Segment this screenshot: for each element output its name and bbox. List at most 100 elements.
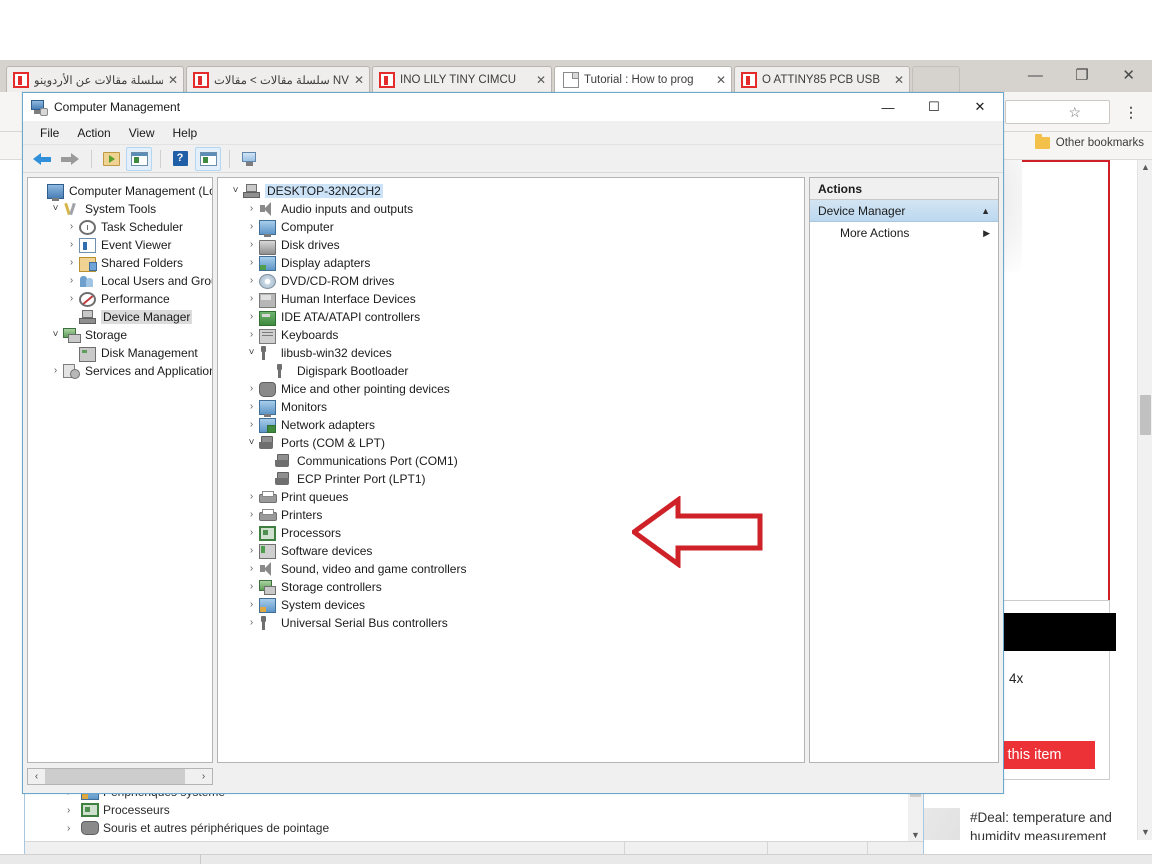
menu-item-help[interactable]: Help bbox=[164, 124, 207, 142]
show-hide-tree-button[interactable] bbox=[126, 146, 152, 171]
tree-item[interactable]: › Mice and other pointing devices bbox=[218, 380, 804, 398]
close-icon[interactable]: ✕ bbox=[715, 73, 727, 87]
chevron-right-icon[interactable]: › bbox=[244, 524, 259, 542]
tree-item[interactable]: › Event Viewer bbox=[28, 236, 212, 254]
list-item[interactable]: › Souris et autres périphériques de poin… bbox=[25, 819, 923, 837]
chevron-right-icon[interactable]: › bbox=[244, 290, 259, 308]
help-button[interactable]: ? bbox=[167, 147, 193, 171]
browser-minimize-button[interactable]: — bbox=[1015, 60, 1055, 92]
maximize-button[interactable]: ☐ bbox=[911, 93, 957, 121]
tree-item[interactable]: › Performance bbox=[28, 290, 212, 308]
tree-item[interactable]: Disk Management bbox=[28, 344, 212, 362]
browser-tab-0[interactable]: سلسلة مقالات عن الأردوينو ✕ bbox=[6, 66, 184, 92]
chevron-right-icon[interactable]: › bbox=[67, 823, 81, 834]
tree-item[interactable]: › DVD/CD-ROM drives bbox=[218, 272, 804, 290]
menu-item-file[interactable]: File bbox=[31, 124, 68, 142]
chevron-right-icon[interactable]: › bbox=[67, 805, 81, 816]
tree-item[interactable]: › Shared Folders bbox=[28, 254, 212, 272]
chevron-right-icon[interactable]: ▶ bbox=[983, 228, 990, 239]
chevron-right-icon[interactable]: › bbox=[244, 596, 259, 614]
tree-item[interactable]: Digispark Bootloader bbox=[218, 362, 804, 380]
menu-item-view[interactable]: View bbox=[120, 124, 164, 142]
browser-tab-4[interactable]: O ATTINY85 PCB USB ✕ bbox=[734, 66, 910, 92]
back-button[interactable] bbox=[29, 147, 55, 171]
browser-tab-3[interactable]: Tutorial : How to prog ✕ bbox=[554, 66, 732, 92]
tree-item[interactable]: ˅ libusb-win32 devices bbox=[218, 344, 804, 362]
actions-item-more-actions[interactable]: More Actions ▶ bbox=[810, 222, 998, 244]
chevron-right-icon[interactable]: › bbox=[64, 236, 79, 254]
chevron-right-icon[interactable]: › bbox=[244, 272, 259, 290]
chevron-right-icon[interactable]: › bbox=[244, 380, 259, 398]
tree-item[interactable]: Computer Management (Local bbox=[28, 182, 212, 201]
browser-tab-2[interactable]: INO LILY TINY CIMCU ✕ bbox=[372, 66, 552, 92]
ad-panel-dht22[interactable]: #Deal: temperature and humidity measurem… bbox=[757, 800, 1130, 840]
close-icon[interactable]: ✕ bbox=[353, 73, 365, 87]
tree-item[interactable]: › Sound, video and game controllers bbox=[218, 560, 804, 578]
chevron-up-icon[interactable]: ▲ bbox=[981, 206, 990, 216]
chevron-down-icon[interactable]: ˅ bbox=[228, 182, 243, 200]
chevron-right-icon[interactable]: › bbox=[64, 290, 79, 308]
chevron-right-icon[interactable]: › bbox=[48, 362, 63, 380]
chevron-right-icon[interactable]: › bbox=[244, 236, 259, 254]
tree-item[interactable]: › Print queues bbox=[218, 488, 804, 506]
list-item[interactable]: › Processeurs bbox=[25, 801, 923, 819]
tree-item[interactable]: ˅ Ports (COM & LPT) bbox=[218, 434, 804, 452]
forward-button[interactable] bbox=[57, 147, 83, 171]
actions-group-device-manager[interactable]: Device Manager ▲ bbox=[810, 200, 998, 222]
tree-item[interactable]: › Audio inputs and outputs bbox=[218, 200, 804, 218]
tree-item[interactable]: ˅ Storage bbox=[28, 326, 212, 344]
close-button[interactable]: ✕ bbox=[957, 93, 1003, 121]
up-folder-button[interactable] bbox=[98, 147, 124, 171]
chevron-right-icon[interactable]: › bbox=[244, 614, 259, 632]
tree-item[interactable]: ˅ System Tools bbox=[28, 200, 212, 218]
chevron-right-icon[interactable]: › bbox=[64, 254, 79, 272]
close-icon[interactable]: ✕ bbox=[893, 73, 905, 87]
console-tree-pane[interactable]: Computer Management (Local ˅ System Tools ›… bbox=[27, 177, 213, 763]
scroll-right-icon[interactable]: › bbox=[195, 769, 212, 784]
console-tree-hscrollbar[interactable]: ‹ › bbox=[27, 768, 213, 785]
chevron-down-icon[interactable]: ˅ bbox=[244, 344, 259, 362]
tree-item[interactable]: › IDE ATA/ATAPI controllers bbox=[218, 308, 804, 326]
window-titlebar[interactable]: Computer Management — ☐ ✕ bbox=[23, 93, 1003, 121]
scrollbar-thumb[interactable] bbox=[45, 769, 185, 784]
tree-item[interactable]: › Software devices bbox=[218, 542, 804, 560]
chevron-down-icon[interactable]: ˅ bbox=[244, 434, 259, 452]
tree-item[interactable]: › System devices bbox=[218, 596, 804, 614]
chevron-right-icon[interactable]: › bbox=[244, 308, 259, 326]
chevron-right-icon[interactable]: › bbox=[244, 416, 259, 434]
chevron-right-icon[interactable]: › bbox=[244, 488, 259, 506]
tree-item[interactable]: ˅ DESKTOP-32N2CH2 bbox=[218, 182, 804, 200]
tree-item[interactable]: › Local Users and Groups bbox=[28, 272, 212, 290]
tree-item[interactable]: › Keyboards bbox=[218, 326, 804, 344]
chevron-right-icon[interactable]: › bbox=[244, 398, 259, 416]
new-tab-button[interactable] bbox=[912, 66, 960, 92]
chevron-right-icon[interactable]: › bbox=[64, 218, 79, 236]
close-icon[interactable]: ✕ bbox=[535, 73, 547, 87]
scroll-left-icon[interactable]: ‹ bbox=[28, 769, 45, 784]
browser-maximize-button[interactable]: ❐ bbox=[1062, 60, 1102, 92]
scroll-down-icon[interactable]: ▼ bbox=[1138, 825, 1152, 840]
tree-item[interactable]: Communications Port (COM1) bbox=[218, 452, 804, 470]
close-icon[interactable]: ✕ bbox=[167, 73, 179, 87]
chevron-right-icon[interactable]: › bbox=[64, 272, 79, 290]
chevron-right-icon[interactable]: › bbox=[244, 218, 259, 236]
tree-item[interactable]: › Network adapters bbox=[218, 416, 804, 434]
tree-item[interactable]: › Computer bbox=[218, 218, 804, 237]
properties-button[interactable] bbox=[236, 147, 262, 171]
tree-item[interactable]: › Human Interface Devices bbox=[218, 290, 804, 308]
chevron-right-icon[interactable]: › bbox=[244, 326, 259, 344]
other-bookmarks-button[interactable]: Other bookmarks bbox=[1034, 134, 1144, 149]
tree-item[interactable]: › Monitors bbox=[218, 398, 804, 417]
minimize-button[interactable]: — bbox=[865, 93, 911, 121]
address-bar[interactable]: ☆ bbox=[1005, 100, 1110, 124]
actions-pane[interactable]: Actions Device Manager ▲ More Actions ▶ bbox=[809, 177, 999, 763]
chevron-right-icon[interactable]: › bbox=[244, 542, 259, 560]
scrollbar-track[interactable] bbox=[45, 769, 195, 784]
chevron-right-icon[interactable]: › bbox=[244, 578, 259, 596]
scrollbar-thumb[interactable] bbox=[1140, 395, 1151, 435]
scroll-up-icon[interactable]: ▲ bbox=[1138, 160, 1152, 175]
chevron-right-icon[interactable]: › bbox=[244, 560, 259, 578]
chevron-down-icon[interactable]: ˅ bbox=[48, 200, 63, 218]
browser-menu-icon[interactable]: ⋮ bbox=[1122, 103, 1140, 121]
tree-item[interactable]: › Processors bbox=[218, 524, 804, 542]
